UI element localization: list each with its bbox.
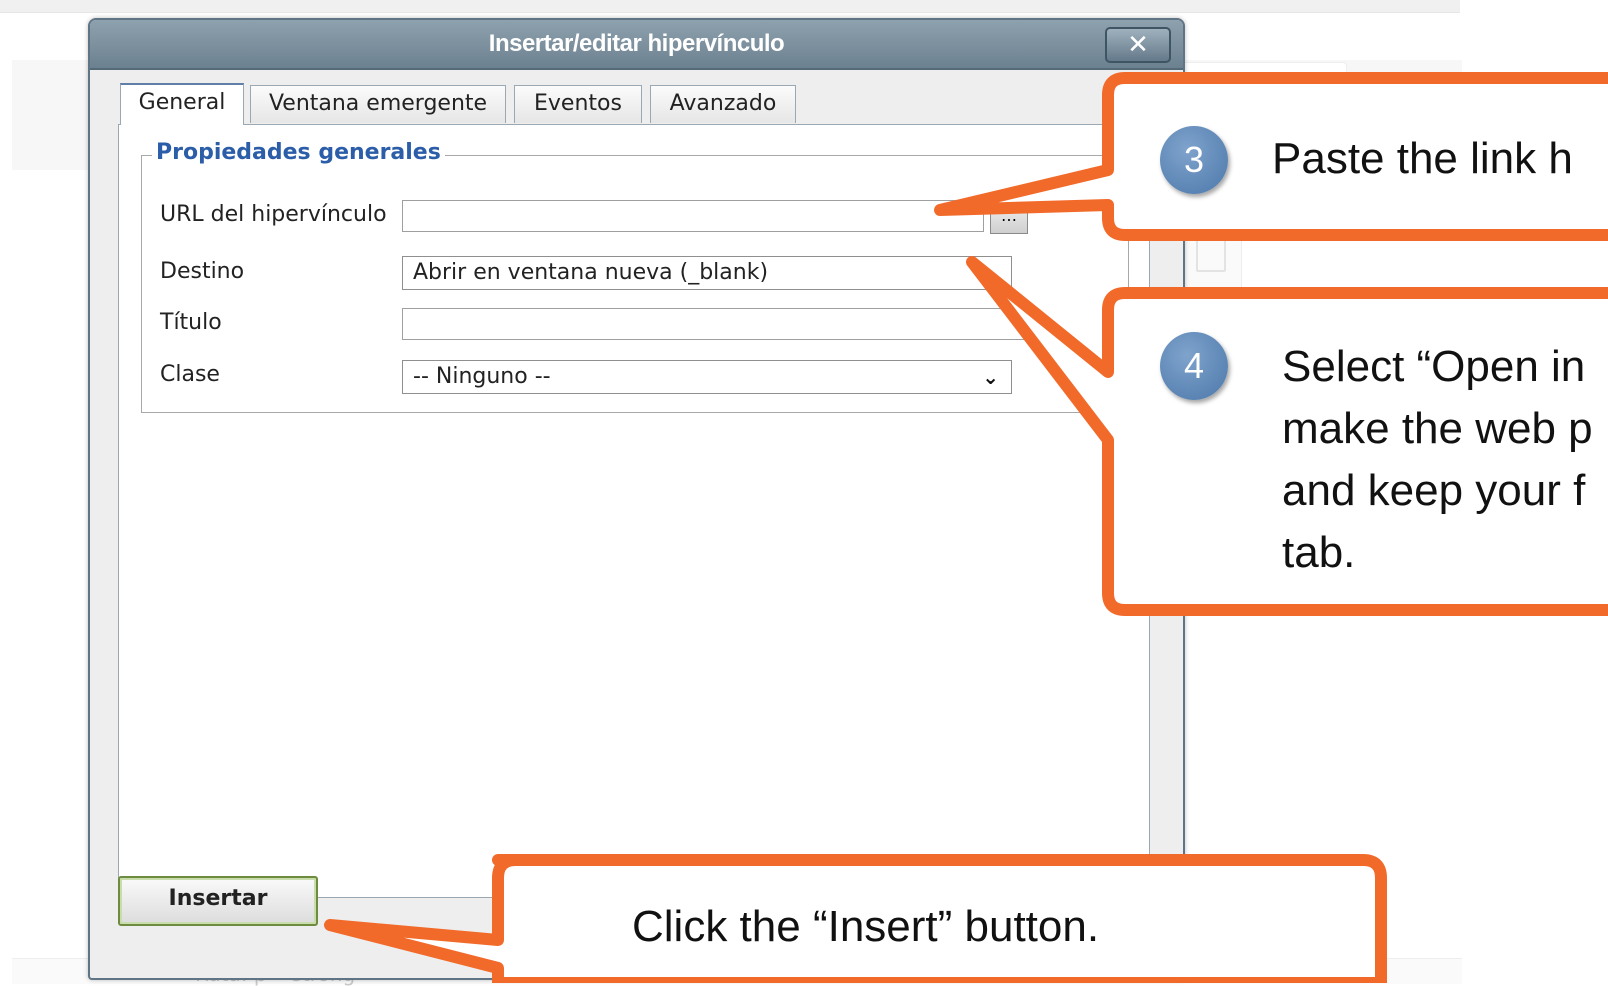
document-icon (1196, 238, 1226, 272)
tab-popup-window[interactable]: Ventana emergente (250, 85, 506, 123)
target-select-value: Abrir en ventana nueva (_blank) (413, 260, 769, 285)
chevron-down-icon: ⌄ (982, 261, 999, 285)
step-4-line: make the web p (1282, 404, 1593, 453)
class-select-value: -- Ninguno -- (413, 364, 551, 389)
background-top-bar (0, 0, 1460, 13)
insert-button[interactable]: Insertar (118, 876, 318, 926)
close-icon: ✕ (1127, 30, 1149, 60)
target-label: Destino (160, 259, 245, 284)
tab-events[interactable]: Eventos (514, 85, 642, 123)
chevron-down-icon: ⌄ (982, 365, 999, 389)
class-select[interactable]: -- Ninguno -- ⌄ (402, 360, 1012, 394)
dialog-titlebar[interactable]: Insertar/editar hipervínculo ✕ (90, 20, 1183, 70)
tab-panel-general: Propiedades generales URL del hipervíncu… (118, 124, 1150, 898)
target-select[interactable]: Abrir en ventana nueva (_blank) ⌄ (402, 256, 1012, 290)
step-4-line: tab. (1282, 528, 1356, 577)
step-3-badge: 3 (1160, 126, 1228, 194)
hyperlink-dialog: Insertar/editar hipervínculo ✕ General V… (88, 18, 1185, 980)
title-label: Título (160, 310, 222, 335)
tab-general[interactable]: General (120, 83, 244, 125)
browse-button[interactable]: … (990, 200, 1028, 234)
close-button[interactable]: ✕ (1105, 27, 1171, 63)
class-label: Clase (160, 362, 220, 387)
step-4-text: Select “Open in make the web p and keep … (1282, 336, 1593, 584)
step-3-text: Paste the link h (1272, 134, 1573, 183)
url-input[interactable] (402, 200, 984, 232)
title-input[interactable] (402, 308, 1026, 340)
url-label: URL del hipervínculo (160, 202, 387, 227)
step-4-line: and keep your f (1282, 466, 1586, 515)
fieldset-legend: Propiedades generales (152, 140, 445, 165)
step-4-badge: 4 (1160, 332, 1228, 400)
general-properties-fieldset: Propiedades generales URL del hipervíncu… (141, 140, 1129, 413)
browse-icon: … (1001, 206, 1017, 225)
tab-advanced[interactable]: Avanzado (650, 85, 796, 123)
background-field (1180, 62, 1347, 120)
dialog-title: Insertar/editar hipervínculo (488, 30, 785, 57)
step-4-line: Select “Open in (1282, 342, 1586, 391)
insert-callout-text: Click the “Insert” button. (632, 902, 1100, 951)
